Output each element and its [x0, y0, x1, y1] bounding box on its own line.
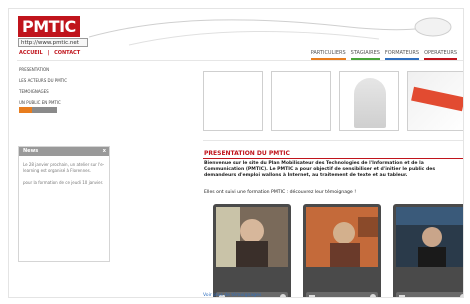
video-frame-icon — [396, 207, 463, 267]
play-icon[interactable] — [309, 295, 315, 297]
close-icon[interactable]: x — [103, 147, 106, 156]
sidebar-item-acteurs[interactable]: LES ACTEURS DU PMTIC — [19, 78, 79, 83]
volume-icon[interactable] — [460, 294, 463, 297]
header: PMTIC http://www.pmtic.net — [9, 9, 463, 53]
banner-image — [411, 86, 463, 112]
section-title: PRESENTATION DU PMTIC — [204, 150, 290, 157]
sidebar-item-public[interactable]: UN PUBLIC EN PMTIC — [19, 100, 79, 105]
video-progress-bar[interactable] — [408, 297, 456, 298]
video-screen[interactable] — [396, 207, 463, 267]
news-item[interactable]: Le 28 janvier prochain, un atelier sur l… — [23, 162, 105, 174]
header-swoosh — [89, 17, 452, 46]
photo-thumbnail[interactable] — [203, 71, 263, 131]
video-screen[interactable] — [216, 207, 288, 267]
news-header: News x — [19, 147, 109, 156]
section-title-underline — [203, 158, 463, 159]
video-screen[interactable] — [306, 207, 378, 267]
search-box[interactable] — [19, 107, 57, 113]
news-box: News x Le 28 janvier prochain, un atelie… — [18, 146, 110, 262]
nav-separator: | — [47, 50, 50, 56]
news-item[interactable]: pour la formation de ce jeudi 10 janvier… — [23, 180, 105, 186]
nav-contact[interactable]: CONTACT — [54, 50, 80, 56]
photo-thumbnail[interactable] — [339, 71, 399, 131]
video-progress-bar[interactable] — [228, 297, 276, 298]
logo-text: PMTIC — [22, 17, 76, 36]
video-player[interactable] — [303, 204, 381, 298]
page-frame: PMTIC http://www.pmtic.net ACCUEIL | CON… — [8, 8, 464, 298]
photo-thumbnail[interactable] — [271, 71, 331, 131]
person-silhouette — [354, 78, 386, 128]
search-accent — [19, 107, 32, 113]
news-body: Le 28 janvier prochain, un atelier sur l… — [19, 156, 109, 198]
sidebar-item-presentation[interactable]: PRESENTATION — [19, 67, 79, 72]
video-gallery — [213, 204, 463, 298]
sidebar-menu: PRESENTATION LES ACTEURS DU PMTIC TEMOIG… — [19, 67, 79, 111]
photo-thumbnail[interactable] — [407, 71, 463, 131]
photo-strip — [203, 71, 463, 131]
video-player[interactable] — [213, 204, 291, 298]
logo[interactable]: PMTIC http://www.pmtic.net — [18, 16, 88, 47]
volume-icon[interactable] — [370, 294, 376, 297]
video-player[interactable] — [393, 204, 463, 298]
video-controls[interactable] — [306, 292, 378, 298]
sidebar-item-temoignages[interactable]: TEMOIGNAGES — [19, 89, 79, 94]
logo-url: http://www.pmtic.net — [18, 38, 88, 47]
nav-accueil[interactable]: ACCUEIL — [19, 50, 43, 56]
video-frame-icon — [216, 207, 288, 267]
top-nav: ACCUEIL | CONTACT — [19, 50, 83, 56]
video-controls[interactable] — [396, 292, 463, 298]
section-divider — [203, 140, 463, 141]
play-icon[interactable] — [399, 295, 405, 297]
header-divider — [17, 60, 463, 61]
video-progress-bar[interactable] — [318, 297, 366, 298]
more-testimonials-link[interactable]: Voir plus de témoignages — [203, 293, 261, 297]
volume-icon[interactable] — [280, 294, 286, 297]
testimonial-intro: Elles ont suivi une formation PMTIC : dé… — [204, 190, 357, 195]
intro-text: Bienvenue sur le site du Plan Mobilisate… — [204, 161, 436, 178]
news-title: News — [23, 148, 39, 154]
video-frame-icon — [306, 207, 378, 267]
